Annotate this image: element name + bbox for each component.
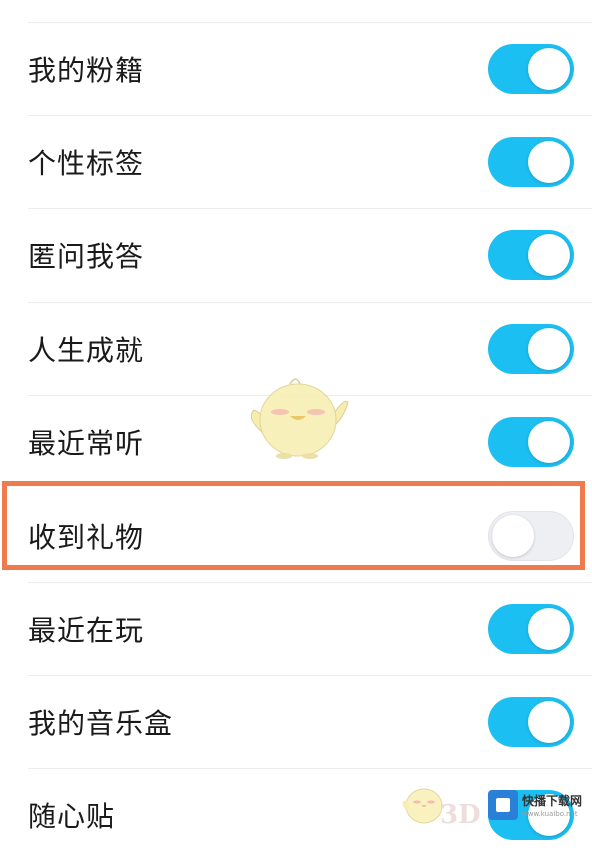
row-divider [28,675,592,676]
toggle-knob [528,140,570,183]
watermark-3d-text: 3D [440,800,481,830]
personal-tags-toggle[interactable] [488,136,574,187]
setting-row-fan-badge: 我的粉籍 [0,22,592,115]
row-divider [28,582,592,583]
setting-label: 个性标签 [28,146,145,180]
setting-row-music-box: 我的音乐盒 [0,675,592,768]
toggle-knob [528,327,570,370]
row-divider [28,115,592,116]
setting-row-personal-tags: 个性标签 [0,115,592,208]
setting-label: 我的粉籍 [28,53,145,87]
site-watermark: 快播下载网 www.kuaibo.net [488,788,592,824]
setting-label: 最近在玩 [28,613,145,647]
toggle-knob [528,420,570,463]
received-gifts-toggle[interactable] [488,510,574,561]
watermark-site-url: www.kuaibo.net [522,810,578,818]
row-divider [28,208,592,209]
setting-label: 我的音乐盒 [28,706,174,740]
row-divider [28,768,592,769]
music-box-toggle[interactable] [488,696,574,747]
watermark-logo-icon [488,790,518,820]
setting-label: 匿问我答 [28,239,145,273]
toggle-knob [492,514,534,557]
setting-label: 人生成就 [28,333,145,367]
setting-row-received-gifts: 收到礼物 [0,489,592,582]
setting-row-recently-playing: 最近在玩 [0,582,592,675]
row-divider [28,302,592,303]
setting-label: 收到礼物 [28,520,145,554]
toggle-knob [528,607,570,650]
anonymous-qa-toggle[interactable] [488,229,574,280]
recently-playing-toggle[interactable] [488,603,574,654]
setting-label: 最近常听 [28,426,145,460]
toggle-knob [528,47,570,90]
toggle-knob [528,233,570,276]
watermark-site-name: 快播下载网 [522,794,583,808]
toggle-knob [528,700,570,743]
setting-label: 随心贴 [28,799,116,833]
setting-row-anonymous-qa: 匿问我答 [0,208,592,301]
recently-played-music-toggle[interactable] [488,416,574,467]
row-divider [28,22,592,23]
fan-badge-toggle[interactable] [488,43,574,94]
life-achievements-toggle[interactable] [488,323,574,374]
mascot-chick-icon [250,378,349,459]
